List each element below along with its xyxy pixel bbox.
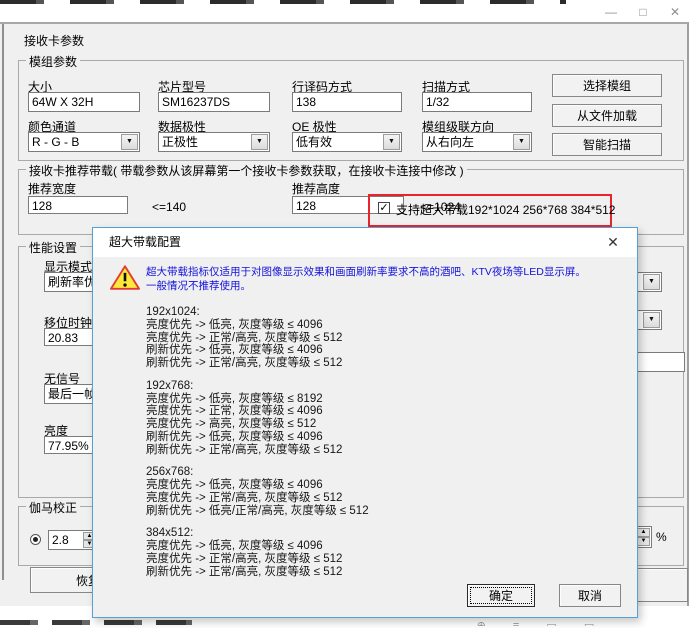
gamma-group-title: 伽马校正	[26, 499, 80, 516]
section-header: 192x1024:	[146, 306, 369, 319]
dialog-titlebar: 超大带载配置 ✕	[93, 228, 637, 257]
close-icon[interactable]: ✕	[660, 4, 690, 22]
oe-polarity-select[interactable]: 低有效 ▼	[292, 132, 402, 152]
chevron-down-icon[interactable]: ▼	[643, 274, 660, 290]
warning-icon	[110, 264, 140, 291]
gamma-stepper[interactable]: 2.8 ▲ ▼	[48, 530, 98, 550]
load-spec-section: 384x512: 亮度优先 -> 低亮, 灰度等级 ≤ 4096 亮度优先 ->…	[146, 527, 369, 578]
recommended-load-group-title: 接收卡推荐带载( 带载参数从该屏幕第一个接收卡参数获取，在接收卡连接中修改 )	[26, 162, 467, 179]
super-load-config-dialog: 超大带载配置 ✕ 超大带载指标仅适用于对图像显示效果和画面刷新率要求不高的酒吧、…	[92, 227, 638, 618]
chip-model-input[interactable]: SM16237DS	[158, 92, 270, 112]
load-spec-section: 192x768: 亮度优先 -> 低亮, 灰度等级 ≤ 8192 亮度优先 ->…	[146, 380, 369, 457]
rec-width-input[interactable]: 128	[28, 196, 128, 214]
minimize-icon[interactable]: —	[596, 4, 626, 22]
cancel-button[interactable]: 取消	[559, 584, 621, 607]
spin-up-icon[interactable]: ▲	[637, 528, 650, 537]
warning-text-line1: 超大带载指标仅适用于对图像显示效果和画面刷新率要求不高的酒吧、KTV夜场等LED…	[146, 266, 586, 279]
maximize-icon[interactable]: □	[628, 4, 658, 22]
page-title: 接收卡参数	[24, 32, 84, 49]
rec-width-limit: <=140	[152, 200, 186, 214]
section-line: 刷新优先 -> 正常/高亮, 灰度等级 ≤ 512	[146, 444, 369, 457]
clipped-bottom-icons: ◡ ⊕ ≡ ▭ ▭ ◡ ⊙	[440, 619, 640, 626]
super-load-checkbox-label[interactable]: 支持超大带载192*1024 256*768 384*512	[396, 201, 615, 218]
chevron-down-icon[interactable]: ▼	[643, 312, 660, 328]
ok-button[interactable]: 确定	[467, 584, 535, 607]
load-spec-section: 192x1024: 亮度优先 -> 低亮, 灰度等级 ≤ 4096 亮度优先 -…	[146, 306, 369, 370]
window-titlebar: — □ ✕	[0, 4, 692, 22]
load-spec-list: 192x1024: 亮度优先 -> 低亮, 灰度等级 ≤ 4096 亮度优先 -…	[146, 306, 369, 588]
section-line: 亮度优先 -> 低亮, 灰度等级 ≤ 4096	[146, 479, 369, 492]
chevron-down-icon[interactable]: ▼	[513, 134, 530, 150]
section-header: 384x512:	[146, 527, 369, 540]
load-from-file-button[interactable]: 从文件加载	[552, 104, 662, 127]
scan-mode-input[interactable]: 1/32	[422, 92, 532, 112]
gamma-radio[interactable]	[30, 534, 41, 545]
load-spec-section: 256x768: 亮度优先 -> 低亮, 灰度等级 ≤ 4096 亮度优先 ->…	[146, 466, 369, 517]
percent-unit-label: %	[656, 530, 667, 544]
no-signal-value: 最后一帧	[48, 387, 96, 401]
clipped-bottom-fragments	[0, 620, 192, 625]
gamma-value: 2.8	[52, 533, 69, 547]
warning-text-line2: 一般情况不推荐使用。	[146, 280, 251, 293]
dialog-title: 超大带载配置	[109, 228, 181, 257]
row-decode-input[interactable]: 138	[292, 92, 402, 112]
size-input[interactable]: 64W X 32H	[28, 92, 140, 112]
chevron-down-icon[interactable]: ▼	[383, 134, 400, 150]
module-params-group-title: 模组参数	[26, 53, 80, 70]
section-line: 亮度优先 -> 低亮, 灰度等级 ≤ 8192	[146, 393, 369, 406]
smart-scan-button[interactable]: 智能扫描	[552, 133, 662, 156]
rec-height-label: 推荐高度	[292, 180, 340, 197]
rec-width-label: 推荐宽度	[28, 180, 76, 197]
section-line: 刷新优先 -> 正常/高亮, 灰度等级 ≤ 512	[146, 357, 369, 370]
section-line: 亮度优先 -> 低亮, 灰度等级 ≤ 4096	[146, 540, 369, 553]
cascade-dir-value: 从右向左	[426, 135, 474, 149]
section-header: 192x768:	[146, 380, 369, 393]
section-line: 刷新优先 -> 正常/高亮, 灰度等级 ≤ 512	[146, 566, 369, 579]
spin-down-icon[interactable]: ▼	[637, 537, 650, 546]
section-line: 亮度优先 -> 高亮, 灰度等级 ≤ 512	[146, 418, 369, 431]
super-load-checkbox[interactable]: ✓	[378, 202, 390, 214]
color-channel-select[interactable]: R - G - B ▼	[28, 132, 140, 152]
oe-polarity-value: 低有效	[296, 135, 332, 149]
performance-group-title: 性能设置	[26, 239, 80, 256]
section-line: 刷新优先 -> 低亮, 灰度等级 ≤ 4096	[146, 344, 369, 357]
select-module-button[interactable]: 选择模组	[552, 74, 662, 97]
color-channel-value: R - G - B	[32, 135, 79, 149]
cascade-dir-select[interactable]: 从右向左 ▼	[422, 132, 532, 152]
section-line: 亮度优先 -> 正常, 灰度等级 ≤ 4096	[146, 405, 369, 418]
chevron-down-icon[interactable]: ▼	[251, 134, 268, 150]
section-line: 亮度优先 -> 低亮, 灰度等级 ≤ 4096	[146, 319, 369, 332]
section-line: 亮度优先 -> 正常/高亮, 灰度等级 ≤ 512	[146, 492, 369, 505]
section-line: 亮度优先 -> 正常/高亮, 灰度等级 ≤ 512	[146, 332, 369, 345]
close-icon[interactable]: ✕	[599, 228, 627, 257]
data-polarity-value: 正极性	[162, 135, 198, 149]
section-header: 256x768:	[146, 466, 369, 479]
chevron-down-icon[interactable]: ▼	[121, 134, 138, 150]
section-line: 刷新优先 -> 低亮, 灰度等级 ≤ 4096	[146, 431, 369, 444]
section-line: 刷新优先 -> 低亮/正常/高亮, 灰度等级 ≤ 512	[146, 505, 369, 518]
section-line: 亮度优先 -> 正常/高亮, 灰度等级 ≤ 512	[146, 553, 369, 566]
panel-left-divider	[2, 24, 4, 580]
data-polarity-select[interactable]: 正极性 ▼	[158, 132, 270, 152]
